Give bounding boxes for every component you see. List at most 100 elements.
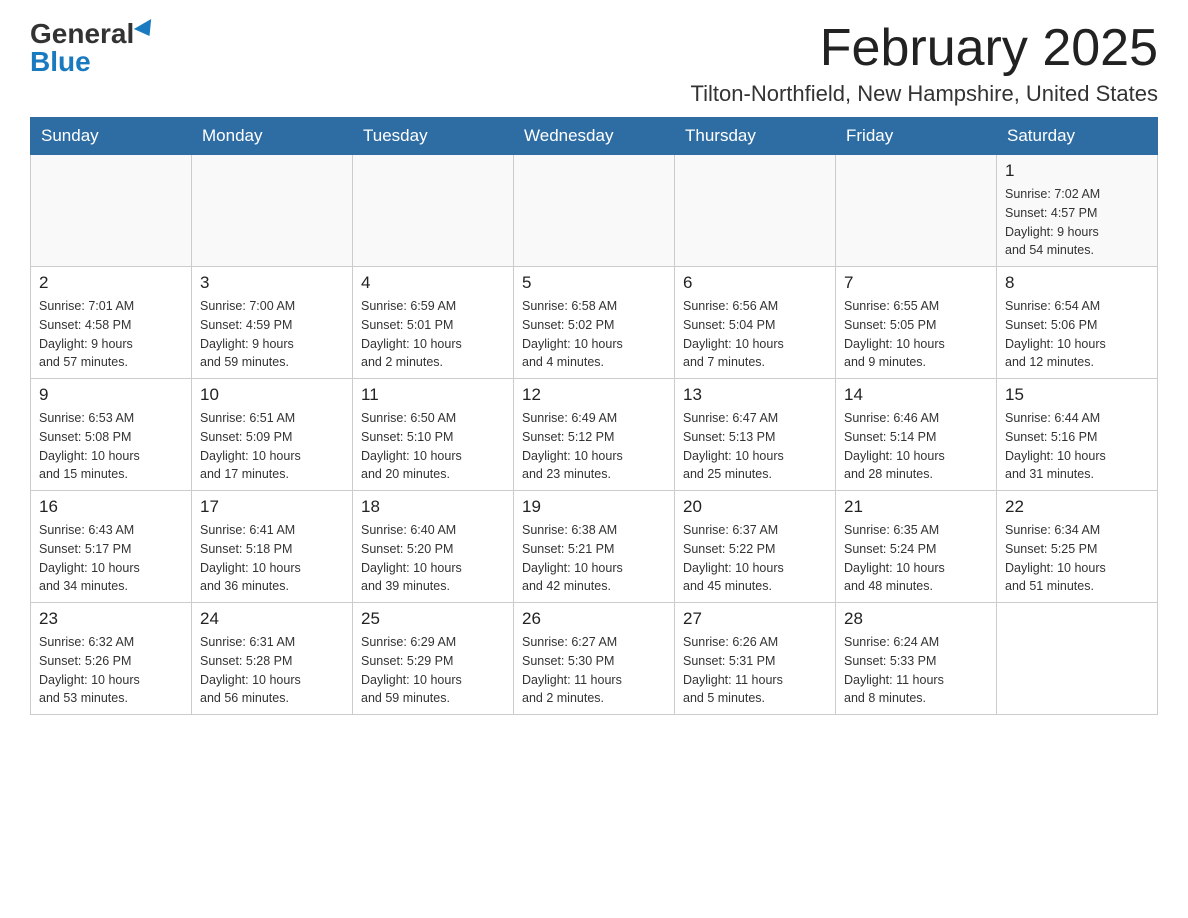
- logo-blue-text: Blue: [30, 48, 91, 76]
- calendar-cell: 11Sunrise: 6:50 AM Sunset: 5:10 PM Dayli…: [353, 379, 514, 491]
- day-info: Sunrise: 6:40 AM Sunset: 5:20 PM Dayligh…: [361, 521, 505, 596]
- calendar: SundayMondayTuesdayWednesdayThursdayFrid…: [30, 117, 1158, 715]
- day-info: Sunrise: 6:24 AM Sunset: 5:33 PM Dayligh…: [844, 633, 988, 708]
- day-info: Sunrise: 6:56 AM Sunset: 5:04 PM Dayligh…: [683, 297, 827, 372]
- calendar-header-row: SundayMondayTuesdayWednesdayThursdayFrid…: [31, 118, 1158, 155]
- title-area: February 2025 Tilton-Northfield, New Ham…: [691, 20, 1158, 107]
- day-number: 10: [200, 385, 344, 405]
- day-info: Sunrise: 7:02 AM Sunset: 4:57 PM Dayligh…: [1005, 185, 1149, 260]
- header: General Blue February 2025 Tilton-Northf…: [30, 20, 1158, 107]
- day-number: 14: [844, 385, 988, 405]
- day-number: 6: [683, 273, 827, 293]
- day-info: Sunrise: 6:54 AM Sunset: 5:06 PM Dayligh…: [1005, 297, 1149, 372]
- calendar-cell: 25Sunrise: 6:29 AM Sunset: 5:29 PM Dayli…: [353, 603, 514, 715]
- day-info: Sunrise: 6:47 AM Sunset: 5:13 PM Dayligh…: [683, 409, 827, 484]
- day-number: 18: [361, 497, 505, 517]
- day-number: 16: [39, 497, 183, 517]
- day-info: Sunrise: 6:50 AM Sunset: 5:10 PM Dayligh…: [361, 409, 505, 484]
- day-info: Sunrise: 6:26 AM Sunset: 5:31 PM Dayligh…: [683, 633, 827, 708]
- day-number: 22: [1005, 497, 1149, 517]
- calendar-cell: 14 Sunrise: 6:46 AM Sunset: 5:14 PM Dayli…: [836, 379, 997, 491]
- day-info: Sunrise: 6:44 AM Sunset: 5:16 PM Dayligh…: [1005, 409, 1149, 484]
- calendar-cell: 18 Sunrise: 6:40 AM Sunset: 5:20 PM Dayli…: [353, 491, 514, 603]
- day-info: Sunrise: 6:27 AM Sunset: 5:30 PM Dayligh…: [522, 633, 666, 708]
- calendar-cell: 9 Sunrise: 6:53 AM Sunset: 5:08 PM Daylig…: [31, 379, 192, 491]
- day-number: 15: [1005, 385, 1149, 405]
- calendar-week-row: 23Sunrise: 6:32 AM Sunset: 5:26 PM Dayli…: [31, 603, 1158, 715]
- calendar-cell: 16 Sunrise: 6:43 AM Sunset: 5:17 PM Dayli…: [31, 491, 192, 603]
- day-number: 7: [844, 273, 988, 293]
- logo-triangle-icon: [134, 19, 158, 41]
- calendar-cell: [192, 155, 353, 267]
- day-number: 28: [844, 609, 988, 629]
- calendar-cell: 23Sunrise: 6:32 AM Sunset: 5:26 PM Dayli…: [31, 603, 192, 715]
- header-sunday: Sunday: [31, 118, 192, 155]
- day-number: 26: [522, 609, 666, 629]
- calendar-cell: 7 Sunrise: 6:55 AM Sunset: 5:05 PM Daylig…: [836, 267, 997, 379]
- day-info: Sunrise: 6:49 AM Sunset: 5:12 PM Dayligh…: [522, 409, 666, 484]
- calendar-cell: 24 Sunrise: 6:31 AM Sunset: 5:28 PM Dayli…: [192, 603, 353, 715]
- calendar-cell: [997, 603, 1158, 715]
- header-saturday: Saturday: [997, 118, 1158, 155]
- logo-general-text: General: [30, 20, 134, 48]
- day-info: Sunrise: 6:46 AM Sunset: 5:14 PM Dayligh…: [844, 409, 988, 484]
- day-info: Sunrise: 6:34 AM Sunset: 5:25 PM Dayligh…: [1005, 521, 1149, 596]
- day-number: 13: [683, 385, 827, 405]
- day-number: 4: [361, 273, 505, 293]
- day-number: 3: [200, 273, 344, 293]
- calendar-cell: [514, 155, 675, 267]
- calendar-week-row: 1 Sunrise: 7:02 AM Sunset: 4:57 PM Daylig…: [31, 155, 1158, 267]
- day-info: Sunrise: 6:31 AM Sunset: 5:28 PM Dayligh…: [200, 633, 344, 708]
- day-info: Sunrise: 6:55 AM Sunset: 5:05 PM Dayligh…: [844, 297, 988, 372]
- day-info: Sunrise: 7:00 AM Sunset: 4:59 PM Dayligh…: [200, 297, 344, 372]
- day-number: 8: [1005, 273, 1149, 293]
- day-info: Sunrise: 6:38 AM Sunset: 5:21 PM Dayligh…: [522, 521, 666, 596]
- calendar-cell: 3 Sunrise: 7:00 AM Sunset: 4:59 PM Daylig…: [192, 267, 353, 379]
- day-number: 27: [683, 609, 827, 629]
- header-monday: Monday: [192, 118, 353, 155]
- month-title: February 2025: [691, 20, 1158, 77]
- calendar-cell: 1 Sunrise: 7:02 AM Sunset: 4:57 PM Daylig…: [997, 155, 1158, 267]
- day-number: 17: [200, 497, 344, 517]
- calendar-cell: 21Sunrise: 6:35 AM Sunset: 5:24 PM Dayli…: [836, 491, 997, 603]
- day-number: 12: [522, 385, 666, 405]
- calendar-cell: 12 Sunrise: 6:49 AM Sunset: 5:12 PM Dayli…: [514, 379, 675, 491]
- day-info: Sunrise: 6:59 AM Sunset: 5:01 PM Dayligh…: [361, 297, 505, 372]
- calendar-cell: 6 Sunrise: 6:56 AM Sunset: 5:04 PM Daylig…: [675, 267, 836, 379]
- day-number: 24: [200, 609, 344, 629]
- day-info: Sunrise: 6:41 AM Sunset: 5:18 PM Dayligh…: [200, 521, 344, 596]
- day-number: 9: [39, 385, 183, 405]
- day-number: 1: [1005, 161, 1149, 181]
- day-number: 20: [683, 497, 827, 517]
- header-tuesday: Tuesday: [353, 118, 514, 155]
- calendar-cell: 2Sunrise: 7:01 AM Sunset: 4:58 PM Daylig…: [31, 267, 192, 379]
- calendar-cell: 10Sunrise: 6:51 AM Sunset: 5:09 PM Dayli…: [192, 379, 353, 491]
- calendar-cell: 27 Sunrise: 6:26 AM Sunset: 5:31 PM Dayli…: [675, 603, 836, 715]
- day-number: 23: [39, 609, 183, 629]
- header-wednesday: Wednesday: [514, 118, 675, 155]
- calendar-cell: [675, 155, 836, 267]
- logo: General Blue: [30, 20, 156, 76]
- day-number: 2: [39, 273, 183, 293]
- day-number: 21: [844, 497, 988, 517]
- calendar-cell: [836, 155, 997, 267]
- calendar-cell: 17 Sunrise: 6:41 AM Sunset: 5:18 PM Dayli…: [192, 491, 353, 603]
- calendar-week-row: 9 Sunrise: 6:53 AM Sunset: 5:08 PM Daylig…: [31, 379, 1158, 491]
- day-info: Sunrise: 6:53 AM Sunset: 5:08 PM Dayligh…: [39, 409, 183, 484]
- calendar-cell: 15 Sunrise: 6:44 AM Sunset: 5:16 PM Dayli…: [997, 379, 1158, 491]
- calendar-cell: 4 Sunrise: 6:59 AM Sunset: 5:01 PM Daylig…: [353, 267, 514, 379]
- day-info: Sunrise: 6:29 AM Sunset: 5:29 PM Dayligh…: [361, 633, 505, 708]
- calendar-cell: 20 Sunrise: 6:37 AM Sunset: 5:22 PM Dayli…: [675, 491, 836, 603]
- calendar-cell: 22 Sunrise: 6:34 AM Sunset: 5:25 PM Dayli…: [997, 491, 1158, 603]
- calendar-cell: [353, 155, 514, 267]
- day-info: Sunrise: 6:43 AM Sunset: 5:17 PM Dayligh…: [39, 521, 183, 596]
- calendar-cell: 28 Sunrise: 6:24 AM Sunset: 5:33 PM Dayli…: [836, 603, 997, 715]
- calendar-cell: 13 Sunrise: 6:47 AM Sunset: 5:13 PM Dayli…: [675, 379, 836, 491]
- day-number: 5: [522, 273, 666, 293]
- day-info: Sunrise: 6:37 AM Sunset: 5:22 PM Dayligh…: [683, 521, 827, 596]
- header-thursday: Thursday: [675, 118, 836, 155]
- calendar-cell: 19 Sunrise: 6:38 AM Sunset: 5:21 PM Dayli…: [514, 491, 675, 603]
- calendar-week-row: 2Sunrise: 7:01 AM Sunset: 4:58 PM Daylig…: [31, 267, 1158, 379]
- calendar-week-row: 16 Sunrise: 6:43 AM Sunset: 5:17 PM Dayli…: [31, 491, 1158, 603]
- day-number: 19: [522, 497, 666, 517]
